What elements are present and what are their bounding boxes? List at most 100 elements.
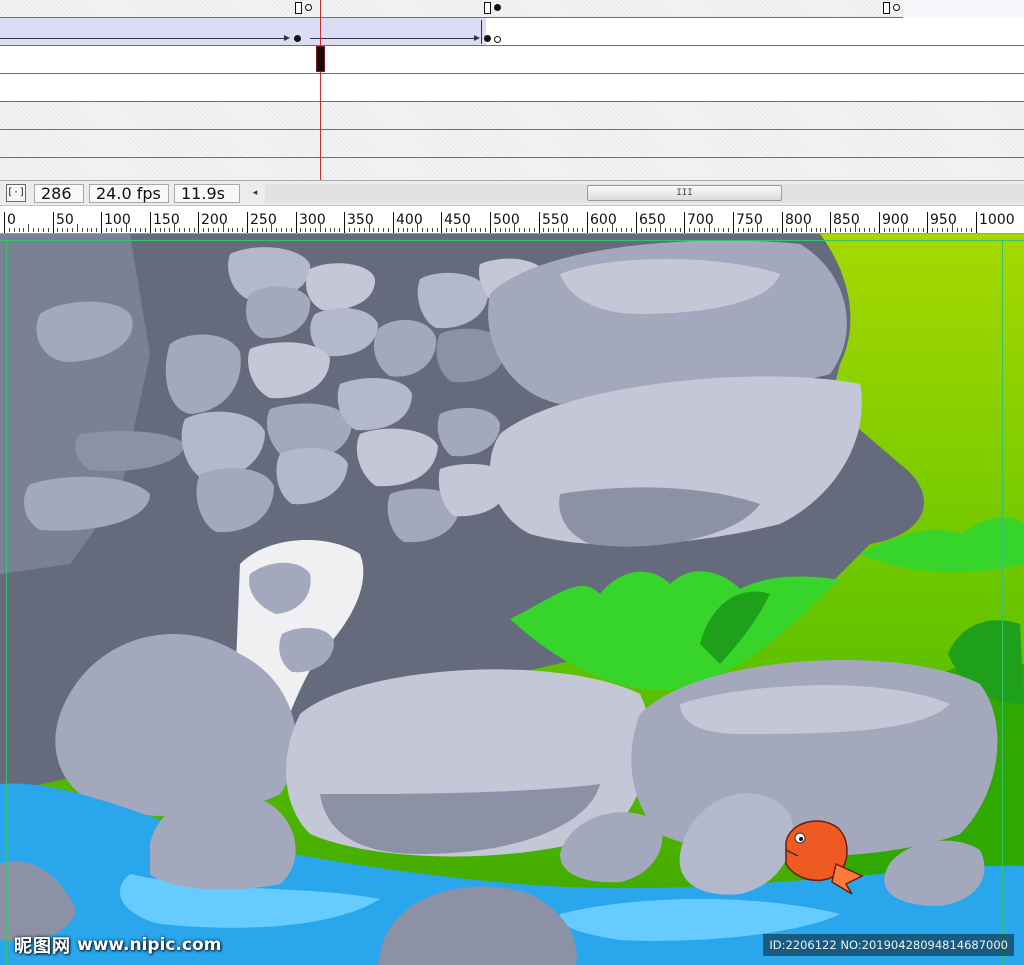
ruler-minor-tick bbox=[558, 228, 559, 232]
ruler-minor-tick bbox=[223, 224, 224, 232]
keyframe[interactable] bbox=[484, 35, 491, 42]
ruler-minor-tick bbox=[825, 228, 826, 232]
ruler-minor-tick bbox=[23, 228, 24, 232]
ruler-minor-tick bbox=[111, 228, 112, 232]
ruler-minor-tick bbox=[582, 228, 583, 232]
empty-keyframe[interactable] bbox=[305, 4, 312, 11]
ruler-minor-tick bbox=[509, 228, 510, 232]
ruler-minor-tick bbox=[466, 224, 467, 232]
center-frame-button[interactable]: [·] bbox=[6, 184, 26, 202]
ruler-minor-tick bbox=[655, 228, 656, 232]
watermark-id: ID:2206122 NO:20190428094814687000 bbox=[763, 934, 1014, 956]
ruler-minor-tick bbox=[607, 228, 608, 232]
ruler-minor-tick bbox=[271, 224, 272, 232]
ruler-minor-tick bbox=[135, 228, 136, 232]
keyframe-end-marker[interactable] bbox=[883, 2, 890, 14]
ruler-minor-tick bbox=[461, 228, 462, 232]
current-frame-marker[interactable] bbox=[316, 46, 325, 72]
timeline-status-bar: [·] 286 24.0 fps 11.9s ◂ III bbox=[0, 180, 1024, 206]
timeline-layer-row[interactable] bbox=[0, 0, 1024, 18]
empty-keyframe[interactable] bbox=[893, 4, 900, 11]
ruler-major-tick bbox=[636, 212, 637, 233]
ruler-minor-tick bbox=[670, 228, 671, 232]
timeline-layer-row[interactable] bbox=[0, 18, 1024, 46]
ruler-minor-tick bbox=[407, 228, 408, 232]
animation-editor-window: [·] 286 24.0 fps 11.9s ◂ III 0 50 100 150 20… bbox=[0, 0, 1024, 965]
ruler-minor-tick bbox=[796, 228, 797, 232]
ruler-minor-tick bbox=[675, 228, 676, 232]
ruler-minor-tick bbox=[373, 228, 374, 232]
empty-keyframe[interactable] bbox=[494, 36, 501, 43]
horizontal-ruler[interactable]: 0 50 100 150 200 250 300 350 400 450 500 550 600 650 7… bbox=[0, 206, 1024, 234]
motion-tween-span[interactable] bbox=[0, 18, 486, 45]
keyframe-end-marker[interactable] bbox=[295, 2, 302, 14]
ruler-minor-tick bbox=[714, 228, 715, 232]
ruler-minor-tick bbox=[889, 228, 890, 232]
timeline-layer-row[interactable] bbox=[0, 158, 1024, 180]
ruler-minor-tick bbox=[359, 228, 360, 232]
ruler-minor-tick bbox=[62, 228, 63, 232]
ruler-minor-tick bbox=[213, 228, 214, 232]
timeline-panel[interactable] bbox=[0, 0, 1024, 180]
stage-canvas[interactable] bbox=[0, 234, 1024, 965]
ruler-minor-tick bbox=[641, 228, 642, 232]
ruler-minor-tick bbox=[281, 228, 282, 232]
ruler-minor-tick bbox=[28, 224, 29, 232]
keyframe[interactable] bbox=[294, 35, 301, 42]
frame-span[interactable] bbox=[903, 0, 1024, 18]
ruler-tick-label: 800 bbox=[785, 212, 812, 228]
ruler-minor-tick bbox=[728, 228, 729, 232]
ruler-minor-tick bbox=[631, 228, 632, 232]
ruler-minor-tick bbox=[947, 228, 948, 232]
ruler-minor-tick bbox=[869, 228, 870, 232]
ruler-minor-tick bbox=[257, 228, 258, 232]
ruler-minor-tick bbox=[310, 228, 311, 232]
ruler-minor-tick bbox=[932, 228, 933, 232]
horizontal-scrollbar[interactable]: III bbox=[265, 184, 1024, 203]
scroll-left-arrow-icon[interactable]: ◂ bbox=[248, 185, 262, 201]
playhead[interactable] bbox=[320, 0, 321, 180]
ruler-minor-tick bbox=[665, 228, 666, 232]
ruler-minor-tick bbox=[621, 228, 622, 232]
stage-guide-line[interactable] bbox=[6, 240, 7, 965]
ruler-minor-tick bbox=[563, 224, 564, 232]
stage-guide-line[interactable] bbox=[1002, 240, 1003, 965]
ruler-tick-label: 650 bbox=[639, 212, 666, 228]
stage-guide-line[interactable] bbox=[0, 240, 1024, 241]
timeline-layer-row[interactable] bbox=[0, 102, 1024, 130]
scrollbar-thumb[interactable]: III bbox=[587, 185, 782, 201]
ruler-minor-tick bbox=[33, 228, 34, 232]
keyframe-end-marker[interactable] bbox=[484, 2, 491, 14]
ruler-minor-tick bbox=[291, 228, 292, 232]
ruler-minor-tick bbox=[403, 228, 404, 232]
ruler-major-tick bbox=[344, 212, 345, 233]
ruler-minor-tick bbox=[276, 228, 277, 232]
ruler-major-tick bbox=[441, 212, 442, 233]
ruler-minor-tick bbox=[320, 224, 321, 232]
tween-arrow-head bbox=[474, 35, 480, 41]
ruler-major-tick bbox=[976, 212, 977, 233]
frame-rate-field[interactable]: 24.0 fps bbox=[89, 184, 169, 203]
ruler-minor-tick bbox=[475, 228, 476, 232]
ruler-minor-tick bbox=[855, 224, 856, 232]
keyframe[interactable] bbox=[494, 4, 501, 11]
ruler-minor-tick bbox=[626, 228, 627, 232]
timeline-layer-row[interactable] bbox=[0, 74, 1024, 102]
ruler-minor-tick bbox=[495, 228, 496, 232]
ruler-minor-tick bbox=[228, 228, 229, 232]
ruler-minor-tick bbox=[388, 228, 389, 232]
ruler-minor-tick bbox=[446, 228, 447, 232]
ruler-minor-tick bbox=[923, 228, 924, 232]
watermark-brand-url: www.nipic.com bbox=[77, 935, 222, 955]
ruler-minor-tick bbox=[811, 228, 812, 232]
ruler-minor-tick bbox=[354, 228, 355, 232]
watermark-brand-name: 昵图网 bbox=[14, 936, 71, 957]
scene-artwork bbox=[0, 234, 1024, 965]
ruler-tick-label: 150 bbox=[153, 212, 180, 228]
timeline-layer-row[interactable] bbox=[0, 130, 1024, 158]
timeline-layer-row[interactable] bbox=[0, 46, 1024, 74]
ruler-minor-tick bbox=[743, 228, 744, 232]
ruler-minor-tick bbox=[325, 228, 326, 232]
current-frame-field[interactable]: 286 bbox=[34, 184, 84, 203]
ruler-minor-tick bbox=[432, 228, 433, 232]
